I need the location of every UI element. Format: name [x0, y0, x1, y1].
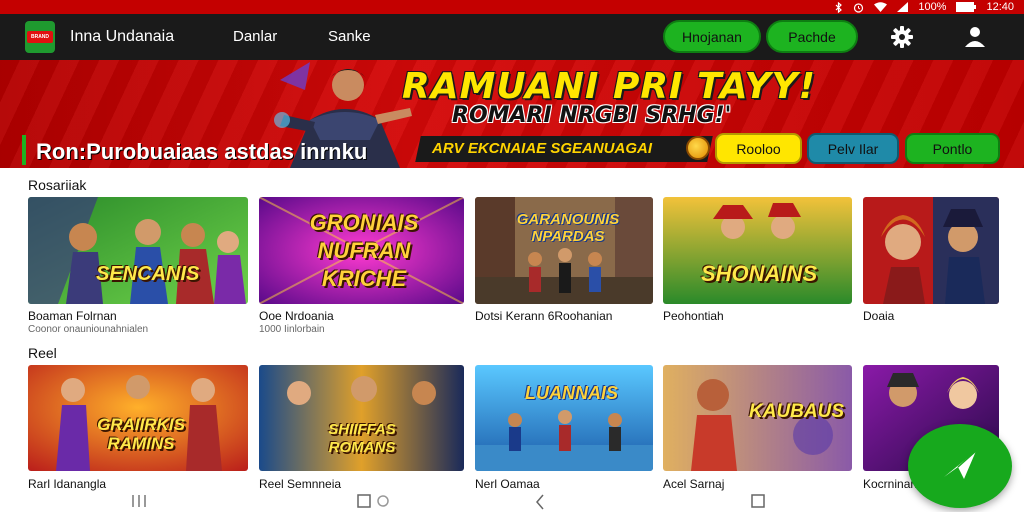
banner-headline: RAMUANI PRI TAYY! — [402, 66, 817, 107]
game-caption: Kocrninan — [863, 477, 918, 491]
nav-link-danlar[interactable]: Danlar — [233, 28, 277, 45]
game-caption: Boaman Folrnan — [28, 309, 117, 323]
gear-icon[interactable] — [890, 25, 914, 54]
game-card[interactable]: GRAIIRKIS RAMINS — [28, 365, 248, 471]
app-title: Inna Undanaia — [70, 28, 175, 45]
banner-tagline: Ron:Purobuaiaas astdas inrnku — [36, 139, 368, 164]
game-card-title: LUANNAIS — [525, 383, 618, 403]
back-nav-icon[interactable] — [535, 494, 545, 512]
bluetooth-icon — [835, 1, 843, 13]
overview-nav-icon[interactable] — [751, 494, 765, 512]
game-card-title: SHIIFFAS ROMANS — [328, 421, 396, 456]
section-title-reel: Reel — [28, 345, 57, 361]
top-app-bar: BRAND Inna Undanaia Danlar Sanke Hnojana… — [0, 14, 1024, 60]
game-card-title: SHONAINS — [701, 261, 818, 286]
game-card-title: GARANOUNIS NPARDAS — [516, 211, 620, 245]
game-caption: Reel Semnneia — [259, 477, 342, 491]
app-screen: 100% 12:40 BRAND Inna Undanaia Danlar Sa… — [0, 0, 1024, 512]
game-card[interactable]: SENCANIS — [28, 197, 248, 304]
game-card-title: GRAIIRKIS RAMINS — [97, 415, 185, 453]
game-subcaption: Coonor onauniounahnialen — [28, 324, 149, 335]
game-card[interactable]: KAUBAUS — [663, 365, 852, 471]
game-caption: Ooe Nrdoania — [259, 309, 334, 323]
banner-subline: ROMARI NRGBI SRHG!' — [452, 103, 732, 128]
battery-percent: 100% — [918, 1, 947, 13]
nav-link-sanke[interactable]: Sanke — [328, 28, 371, 45]
game-caption: Doaia — [863, 309, 895, 323]
game-caption: Rarl Idanangla — [28, 477, 107, 491]
send-icon — [940, 447, 980, 486]
alarm-icon — [853, 2, 864, 13]
game-card-title: SENCANIS — [96, 263, 200, 285]
pontlo-button[interactable]: Pontlo — [905, 133, 1000, 164]
game-card-art — [663, 197, 852, 304]
game-card-title: KAUBAUS — [749, 401, 844, 422]
wifi-icon — [874, 2, 888, 12]
pelv-ilar-button[interactable]: Pelv Ilar — [807, 133, 899, 164]
section-title-featured: Rosariiak — [28, 177, 87, 193]
tagline-accent — [22, 135, 26, 165]
game-card[interactable]: SHIIFFAS ROMANS — [259, 365, 464, 471]
battery-icon — [956, 2, 977, 12]
pachde-button[interactable]: Pachde — [766, 20, 858, 53]
rooloo-button[interactable]: Rooloo — [715, 133, 802, 164]
user-icon[interactable] — [963, 25, 987, 54]
game-subcaption: 1000 Iinlorbain — [259, 324, 325, 335]
signal-icon — [897, 2, 909, 12]
game-caption: Acel Sarnaj — [663, 477, 725, 491]
home-nav-icon[interactable] — [357, 494, 391, 512]
game-card-art — [28, 197, 248, 304]
game-card[interactable]: SHONAINS — [663, 197, 852, 304]
coin-icon — [686, 136, 710, 160]
clock: 12:40 — [986, 1, 1014, 13]
game-card-art — [475, 365, 653, 471]
game-card[interactable]: LUANNAIS — [475, 365, 653, 471]
game-card[interactable] — [863, 197, 999, 304]
game-caption: Peohontiah — [663, 309, 724, 323]
game-caption: Dotsi Kerann 6Roohanian — [475, 309, 613, 323]
status-bar: 100% 12:40 — [0, 0, 1024, 14]
hnojanan-button[interactable]: Hnojanan — [663, 20, 761, 53]
game-caption: Nerl Oamaa — [475, 477, 540, 491]
recents-nav-icon[interactable] — [131, 494, 147, 512]
app-logo[interactable]: BRAND — [25, 21, 55, 53]
promo-text: ARV EKCNAIAE SGEANUAGAI — [432, 140, 653, 157]
game-card-art — [863, 197, 999, 304]
game-card[interactable]: GRONIAIS NUFRAN KRICHE — [259, 197, 464, 304]
send-fab-button[interactable] — [908, 424, 1012, 508]
game-card-title: GRONIAIS NUFRAN KRICHE — [309, 210, 419, 291]
game-card[interactable]: GARANOUNIS NPARDAS — [475, 197, 653, 304]
promo-banner[interactable]: RAMUANI PRI TAYY! ROMARI NRGBI SRHG!' AR… — [0, 60, 1024, 168]
